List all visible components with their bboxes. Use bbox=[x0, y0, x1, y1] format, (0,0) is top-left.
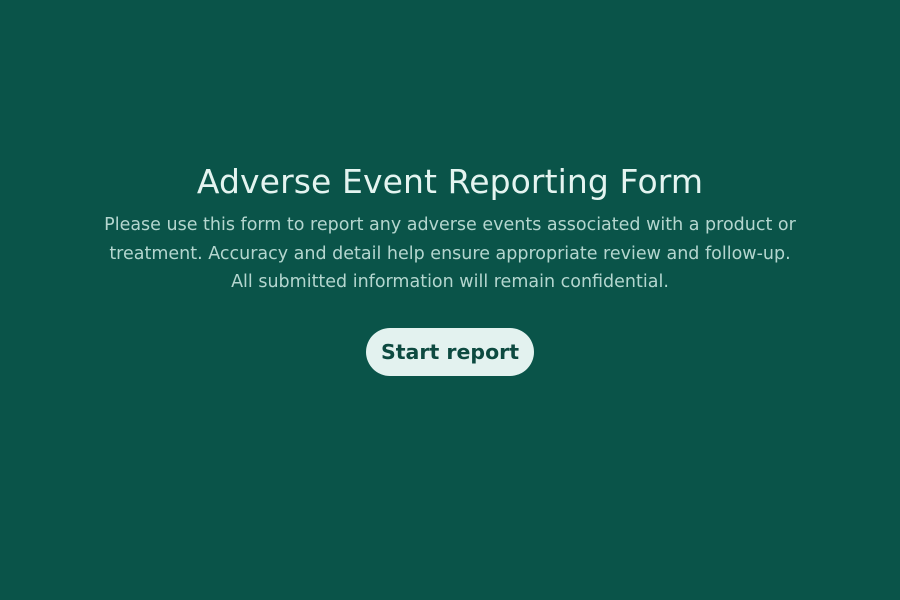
form-description: Please use this form to report any adver… bbox=[60, 211, 840, 297]
start-report-button[interactable]: Start report bbox=[366, 328, 534, 376]
landing-page: Adverse Event Reporting Form Please use … bbox=[0, 0, 900, 600]
description-line-2: treatment. Accuracy and detail help ensu… bbox=[109, 243, 791, 264]
description-line-1: Please use this form to report any adver… bbox=[104, 215, 796, 235]
description-line-3: All submitted information will remain co… bbox=[231, 272, 669, 292]
page-title: Adverse Event Reporting Form bbox=[196, 162, 704, 201]
